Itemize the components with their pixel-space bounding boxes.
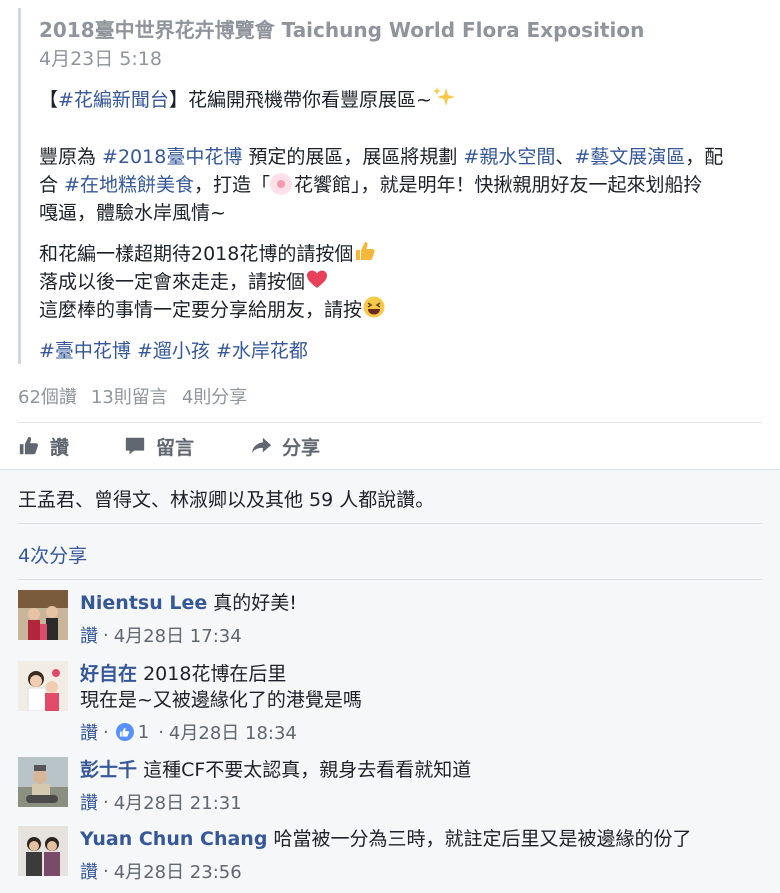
post-text: 預定的展區，展區將規劃 [242,146,464,168]
commenter-name[interactable]: 彭士千 [80,759,137,781]
share-count-link[interactable]: 4則分享 [182,387,247,408]
comment-count-link[interactable]: 13則留言 [91,387,168,408]
post-timestamp[interactable]: 4月23日 5:18 [39,44,162,71]
post-text: ，配 [685,146,724,168]
comment-like-link[interactable]: 讚 [80,622,98,648]
post-text: 這麼棒的事情一定要分享給朋友，請按 [39,299,363,321]
separator: · [103,860,109,882]
comment-text: 這種CF不要太認真，親身去看看就知道 [143,759,472,781]
thumbs-up-emoji-icon [353,239,377,271]
share-button-label: 分享 [282,436,321,459]
hashtag-water[interactable]: #親水空間 [463,146,555,168]
comment-button[interactable]: 留言 [124,432,194,460]
comment-meta: 讚 · 1 · 4月28日 18:34 [80,719,297,745]
hashtag-expo[interactable]: #2018臺中花博 [102,146,242,168]
comment-body: Nientsu Lee 真的好美! [80,590,297,616]
post-line-4: 嘎逼，體驗水岸風情~ [39,202,226,224]
hashtag-food[interactable]: #在地糕餅美食 [64,174,194,196]
hashtag-link[interactable]: #臺中花博 [39,340,131,362]
divider [18,579,762,580]
comment-button-label: 留言 [156,436,195,459]
share-count[interactable]: 4次分享 [18,541,87,568]
like-reaction-icon [115,723,134,741]
divider [18,422,762,423]
reaction-count-value: 1 [137,721,150,743]
comment-meta: 讚 · 4月28日 23:56 [80,858,242,884]
post-text: 花饗館」，就是明年！快揪親朋好友一起來划船拎 [293,174,703,196]
comment-time[interactable]: 4月28日 17:34 [114,622,242,648]
avatar[interactable] [18,590,68,640]
cherry-blossom-icon [269,173,292,195]
sparkles-icon [432,85,456,117]
share-icon [251,437,272,454]
thumbs-up-icon [19,436,39,455]
separator: · [103,791,109,813]
share-button[interactable]: 分享 [250,432,320,460]
post-text: 落成以後一定會來走走，請按個 [39,271,306,293]
avatar[interactable] [18,826,68,876]
post-line-1-text: 】花編開飛機帶你看豐原展區~ [168,89,432,111]
comment-icon [125,437,145,455]
post-text: 、 [555,146,575,168]
hashtag-link[interactable]: #遛小孩 [137,340,210,362]
separator: · [158,721,164,743]
comment-time[interactable]: 4月28日 23:56 [114,858,242,884]
separator: · [103,721,109,743]
post-stats: 62個讚 13則留言 4則分享 [18,383,261,409]
commenter-name[interactable]: Nientsu Lee [80,592,207,614]
comment-text: 真的好美! [213,592,297,614]
comment-text: 2018花博在后里 [143,663,287,685]
avatar[interactable] [18,757,68,807]
commenter-name[interactable]: 好自在 [80,663,137,685]
divider [18,523,762,524]
post-line-3: 合 #在地糕餅美食，打造「 花饗館」，就是明年！快揪親朋好友一起來划船拎 [39,171,703,199]
post-text: 豐原為 [39,146,103,168]
comment-like-link[interactable]: 讚 [80,789,98,815]
avatar[interactable] [18,661,68,711]
commenter-name[interactable]: Yuan Chun Chang [80,828,267,850]
comment-text: 哈當被一分為三時，就註定后里又是被邊緣的份了 [273,828,692,850]
like-count-link[interactable]: 62個讚 [18,387,77,408]
hashtag-link[interactable]: #水岸花都 [216,340,308,362]
comment-meta: 讚 · 4月28日 17:34 [80,622,242,648]
comment-time[interactable]: 4月28日 21:31 [114,789,242,815]
like-button[interactable]: 讚 [18,432,69,460]
hashtag-arts[interactable]: #藝文展演區 [574,146,685,168]
post-line-7: 這麼棒的事情一定要分享給朋友，請按 [39,295,386,327]
post-text: 合 [39,174,65,196]
comment-like-link[interactable]: 讚 [80,858,98,884]
reaction-count[interactable]: 1 [115,721,150,743]
post-line-1: 【#花編新聞台】花編開飛機帶你看豐原展區~ [39,85,456,117]
separator: · [103,624,109,646]
comment-body: 好自在 2018花博在后里 現在是~又被邊緣化了的港覺是嗎 [80,661,362,713]
shared-post-quote: 2018臺中世界花卉博覽會 Taichung World Flora Expos… [18,8,763,364]
comment-like-link[interactable]: 讚 [80,719,98,745]
laughing-emoji-icon [362,295,386,327]
post-hashtags: #臺中花博 #遛小孩 #水岸花都 [39,337,308,365]
like-button-label: 讚 [50,436,70,459]
post-line-2: 豐原為 #2018臺中花博 預定的展區，展區將規劃 #親水空間、#藝文展演區，配 [39,143,723,171]
post-text: 和花編一樣超期待2018花博的請按個 [39,243,354,265]
hashtag-news[interactable]: #花編新聞台 [58,89,169,111]
comment-body: Yuan Chun Chang 哈當被一分為三時，就註定后里又是被邊緣的份了 [80,826,691,852]
comment-body: 彭士千 這種CF不要太認真，親身去看看就知道 [80,757,471,783]
like-summary[interactable]: 王孟君、曾得文、林淑卿以及其他 59 人都說讚。 [18,485,434,512]
comment-text-line-2: 現在是~又被邊緣化了的港覺是嗎 [80,689,362,711]
bracket-open: 【 [39,89,59,111]
comment-time[interactable]: 4月28日 18:34 [169,719,297,745]
post-card: 2018臺中世界花卉博覽會 Taichung World Flora Expos… [0,0,780,468]
post-text: ，打造「 [193,174,270,196]
comment-meta: 讚 · 4月28日 21:31 [80,789,242,815]
page-name-link[interactable]: 2018臺中世界花卉博覽會 Taichung World Flora Expos… [39,14,644,43]
